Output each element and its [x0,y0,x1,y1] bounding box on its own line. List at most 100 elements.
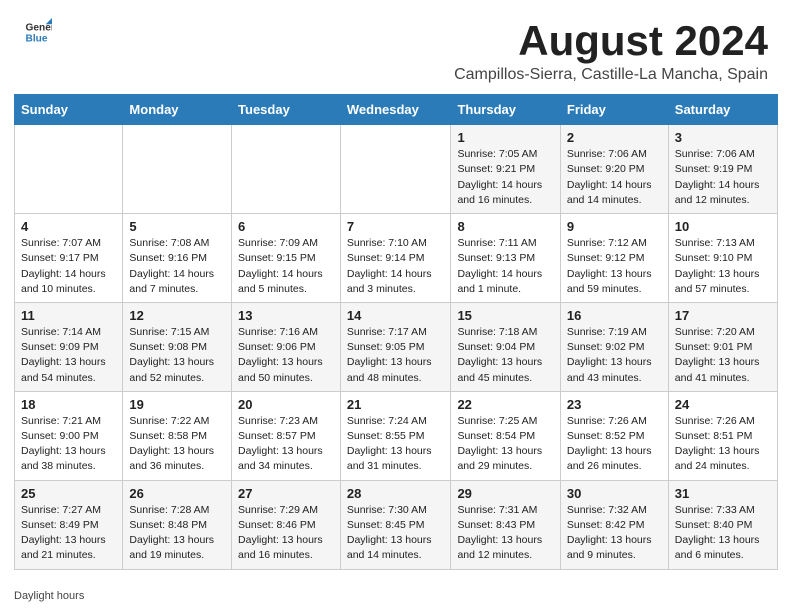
calendar-cell: 4Sunrise: 7:07 AM Sunset: 9:17 PM Daylig… [15,214,123,303]
day-info: Sunrise: 7:08 AM Sunset: 9:16 PM Dayligh… [129,236,225,297]
day-number: 22 [457,397,553,412]
calendar-cell: 8Sunrise: 7:11 AM Sunset: 9:13 PM Daylig… [451,214,560,303]
day-info: Sunrise: 7:09 AM Sunset: 9:15 PM Dayligh… [238,236,334,297]
calendar-cell: 7 Sunrise: 7:10 AM Sunset: 9:14 PM Daylig… [340,214,451,303]
calendar-cell: 29 Sunrise: 7:31 AM Sunset: 8:43 PM Dayli… [451,480,560,569]
daylight-label: Daylight hours [14,590,84,602]
day-info: Sunrise: 7:31 AM Sunset: 8:43 PM Dayligh… [457,503,553,564]
calendar-cell [340,125,451,214]
calendar-cell: 12Sunrise: 7:15 AM Sunset: 9:08 PM Dayli… [123,302,232,391]
day-info: Sunrise: 7:25 AM Sunset: 8:54 PM Dayligh… [457,414,553,475]
day-number: 30 [567,486,662,501]
calendar-cell: 19 Sunrise: 7:22 AM Sunset: 8:58 PM Dayli… [123,391,232,480]
day-info: Sunrise: 7:33 AM Sunset: 8:40 PM Dayligh… [675,503,771,564]
calendar-wrapper: SundayMondayTuesdayWednesdayThursdayFrid… [0,94,792,583]
day-info: Sunrise: 7:12 AM Sunset: 9:12 PM Dayligh… [567,236,662,297]
calendar-cell: 22 Sunrise: 7:25 AM Sunset: 8:54 PM Dayli… [451,391,560,480]
calendar-cell: 1Sunrise: 7:05 AM Sunset: 9:21 PM Daylig… [451,125,560,214]
calendar-cell: 31 Sunrise: 7:33 AM Sunset: 8:40 PM Dayli… [668,480,777,569]
day-number: 6 [238,219,334,234]
calendar-cell: 14 Sunrise: 7:17 AM Sunset: 9:05 PM Dayli… [340,302,451,391]
calendar-cell: 17 Sunrise: 7:20 AM Sunset: 9:01 PM Dayli… [668,302,777,391]
week-row: 11Sunrise: 7:14 AM Sunset: 9:09 PM Dayli… [15,302,778,391]
day-number: 7 [347,219,445,234]
calendar-cell [15,125,123,214]
day-number: 23 [567,397,662,412]
day-number: 2 [567,130,662,145]
logo: General Blue [24,18,52,46]
calendar-subtitle: Campillos-Sierra, Castille-La Mancha, Sp… [454,66,768,84]
calendar-cell: 21 Sunrise: 7:24 AM Sunset: 8:55 PM Dayli… [340,391,451,480]
day-info: Sunrise: 7:24 AM Sunset: 8:55 PM Dayligh… [347,414,445,475]
day-info: Sunrise: 7:16 AM Sunset: 9:06 PM Dayligh… [238,325,334,386]
day-number: 31 [675,486,771,501]
week-row: 1Sunrise: 7:05 AM Sunset: 9:21 PM Daylig… [15,125,778,214]
calendar-cell: 13 Sunrise: 7:16 AM Sunset: 9:06 PM Dayli… [232,302,341,391]
day-number: 4 [21,219,116,234]
calendar-cell [123,125,232,214]
day-info: Sunrise: 7:28 AM Sunset: 8:48 PM Dayligh… [129,503,225,564]
day-info: Sunrise: 7:27 AM Sunset: 8:49 PM Dayligh… [21,503,116,564]
svg-text:Blue: Blue [26,33,48,44]
weekday-header: Saturday [668,95,777,125]
calendar-cell [232,125,341,214]
calendar-cell: 6 Sunrise: 7:09 AM Sunset: 9:15 PM Daylig… [232,214,341,303]
calendar-cell: 27 Sunrise: 7:29 AM Sunset: 8:46 PM Dayli… [232,480,341,569]
day-info: Sunrise: 7:10 AM Sunset: 9:14 PM Dayligh… [347,236,445,297]
day-number: 27 [238,486,334,501]
calendar-cell: 23 Sunrise: 7:26 AM Sunset: 8:52 PM Dayli… [560,391,668,480]
calendar-cell: 2 Sunrise: 7:06 AM Sunset: 9:20 PM Daylig… [560,125,668,214]
day-number: 26 [129,486,225,501]
day-number: 1 [457,130,553,145]
day-info: Sunrise: 7:13 AM Sunset: 9:10 PM Dayligh… [675,236,771,297]
calendar-cell: 18 Sunrise: 7:21 AM Sunset: 9:00 PM Dayli… [15,391,123,480]
calendar-cell: 5 Sunrise: 7:08 AM Sunset: 9:16 PM Daylig… [123,214,232,303]
day-number: 29 [457,486,553,501]
day-info: Sunrise: 7:29 AM Sunset: 8:46 PM Dayligh… [238,503,334,564]
day-info: Sunrise: 7:11 AM Sunset: 9:13 PM Dayligh… [457,236,553,297]
title-block: August 2024 Campillos-Sierra, Castille-L… [454,18,768,84]
day-info: Sunrise: 7:32 AM Sunset: 8:42 PM Dayligh… [567,503,662,564]
calendar-cell: 25Sunrise: 7:27 AM Sunset: 8:49 PM Dayli… [15,480,123,569]
calendar-cell: 3 Sunrise: 7:06 AM Sunset: 9:19 PM Daylig… [668,125,777,214]
day-number: 13 [238,308,334,323]
calendar-cell: 20Sunrise: 7:23 AM Sunset: 8:57 PM Dayli… [232,391,341,480]
day-number: 28 [347,486,445,501]
calendar-title: August 2024 [454,18,768,64]
day-number: 5 [129,219,225,234]
day-number: 3 [675,130,771,145]
day-info: Sunrise: 7:06 AM Sunset: 9:20 PM Dayligh… [567,147,662,208]
day-info: Sunrise: 7:20 AM Sunset: 9:01 PM Dayligh… [675,325,771,386]
weekday-header: Tuesday [232,95,341,125]
weekday-header: Wednesday [340,95,451,125]
calendar-cell: 16 Sunrise: 7:19 AM Sunset: 9:02 PM Dayli… [560,302,668,391]
day-info: Sunrise: 7:18 AM Sunset: 9:04 PM Dayligh… [457,325,553,386]
day-info: Sunrise: 7:17 AM Sunset: 9:05 PM Dayligh… [347,325,445,386]
day-number: 9 [567,219,662,234]
day-number: 16 [567,308,662,323]
calendar-cell: 10Sunrise: 7:13 AM Sunset: 9:10 PM Dayli… [668,214,777,303]
day-number: 20 [238,397,334,412]
day-number: 19 [129,397,225,412]
day-info: Sunrise: 7:21 AM Sunset: 9:00 PM Dayligh… [21,414,116,475]
weekday-header: Sunday [15,95,123,125]
day-number: 17 [675,308,771,323]
day-number: 18 [21,397,116,412]
calendar-cell: 24 Sunrise: 7:26 AM Sunset: 8:51 PM Dayli… [668,391,777,480]
day-info: Sunrise: 7:30 AM Sunset: 8:45 PM Dayligh… [347,503,445,564]
day-info: Sunrise: 7:19 AM Sunset: 9:02 PM Dayligh… [567,325,662,386]
weekday-header: Thursday [451,95,560,125]
page-header: General Blue August 2024 Campillos-Sierr… [0,0,792,94]
calendar-table: SundayMondayTuesdayWednesdayThursdayFrid… [14,94,778,569]
day-number: 12 [129,308,225,323]
footer-note: Daylight hours [0,584,792,606]
week-row: 4Sunrise: 7:07 AM Sunset: 9:17 PM Daylig… [15,214,778,303]
day-number: 21 [347,397,445,412]
day-number: 24 [675,397,771,412]
day-info: Sunrise: 7:26 AM Sunset: 8:52 PM Dayligh… [567,414,662,475]
calendar-cell: 9 Sunrise: 7:12 AM Sunset: 9:12 PM Daylig… [560,214,668,303]
day-info: Sunrise: 7:26 AM Sunset: 8:51 PM Dayligh… [675,414,771,475]
day-number: 14 [347,308,445,323]
day-info: Sunrise: 7:22 AM Sunset: 8:58 PM Dayligh… [129,414,225,475]
day-info: Sunrise: 7:06 AM Sunset: 9:19 PM Dayligh… [675,147,771,208]
